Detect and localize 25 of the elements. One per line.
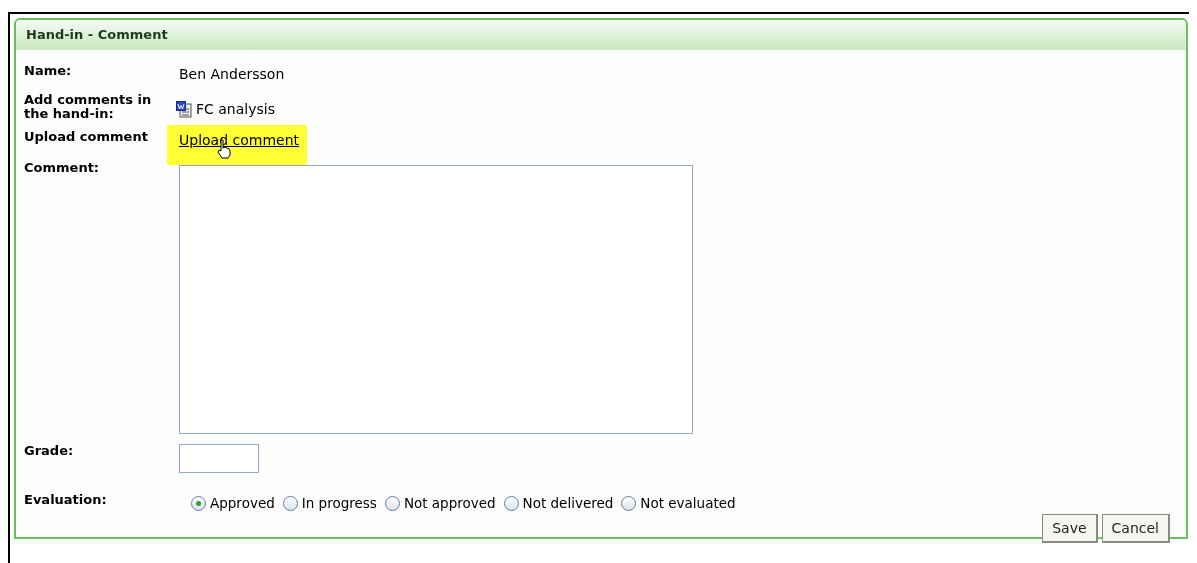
radio-button[interactable] [282, 496, 298, 511]
radio-label: Approved [210, 494, 275, 514]
radio-button[interactable] [621, 496, 637, 511]
comment-field[interactable] [179, 165, 693, 435]
cancel-button[interactable]: Cancel [1101, 513, 1170, 543]
field-label: Name: [24, 63, 73, 79]
field-label: Add comments in the hand-in: [24, 92, 153, 123]
radio-button[interactable] [503, 496, 519, 511]
field-label: Evaluation: [24, 493, 108, 509]
field-label: Upload comment [24, 130, 149, 146]
radio-button[interactable] [191, 496, 206, 511]
radio-label: In progress [301, 494, 377, 514]
file-link[interactable]: FC analysis [196, 98, 275, 120]
grade-field[interactable] [179, 444, 259, 474]
radio-button[interactable] [384, 496, 400, 511]
name-value: Ben Andersson [179, 64, 285, 84]
field-label: Grade: [24, 444, 75, 460]
field-label: Comment: [24, 161, 101, 177]
radio-label: Not evaluated [640, 494, 736, 514]
panel-title: Hand-in - Comment [16, 20, 1186, 50]
radio-label: Not delivered [522, 494, 614, 514]
save-button[interactable]: Save [1042, 513, 1098, 543]
upload-link[interactable]: Upload comment [167, 125, 308, 166]
document-icon [176, 100, 192, 118]
radio-label: Not approved [403, 494, 496, 514]
